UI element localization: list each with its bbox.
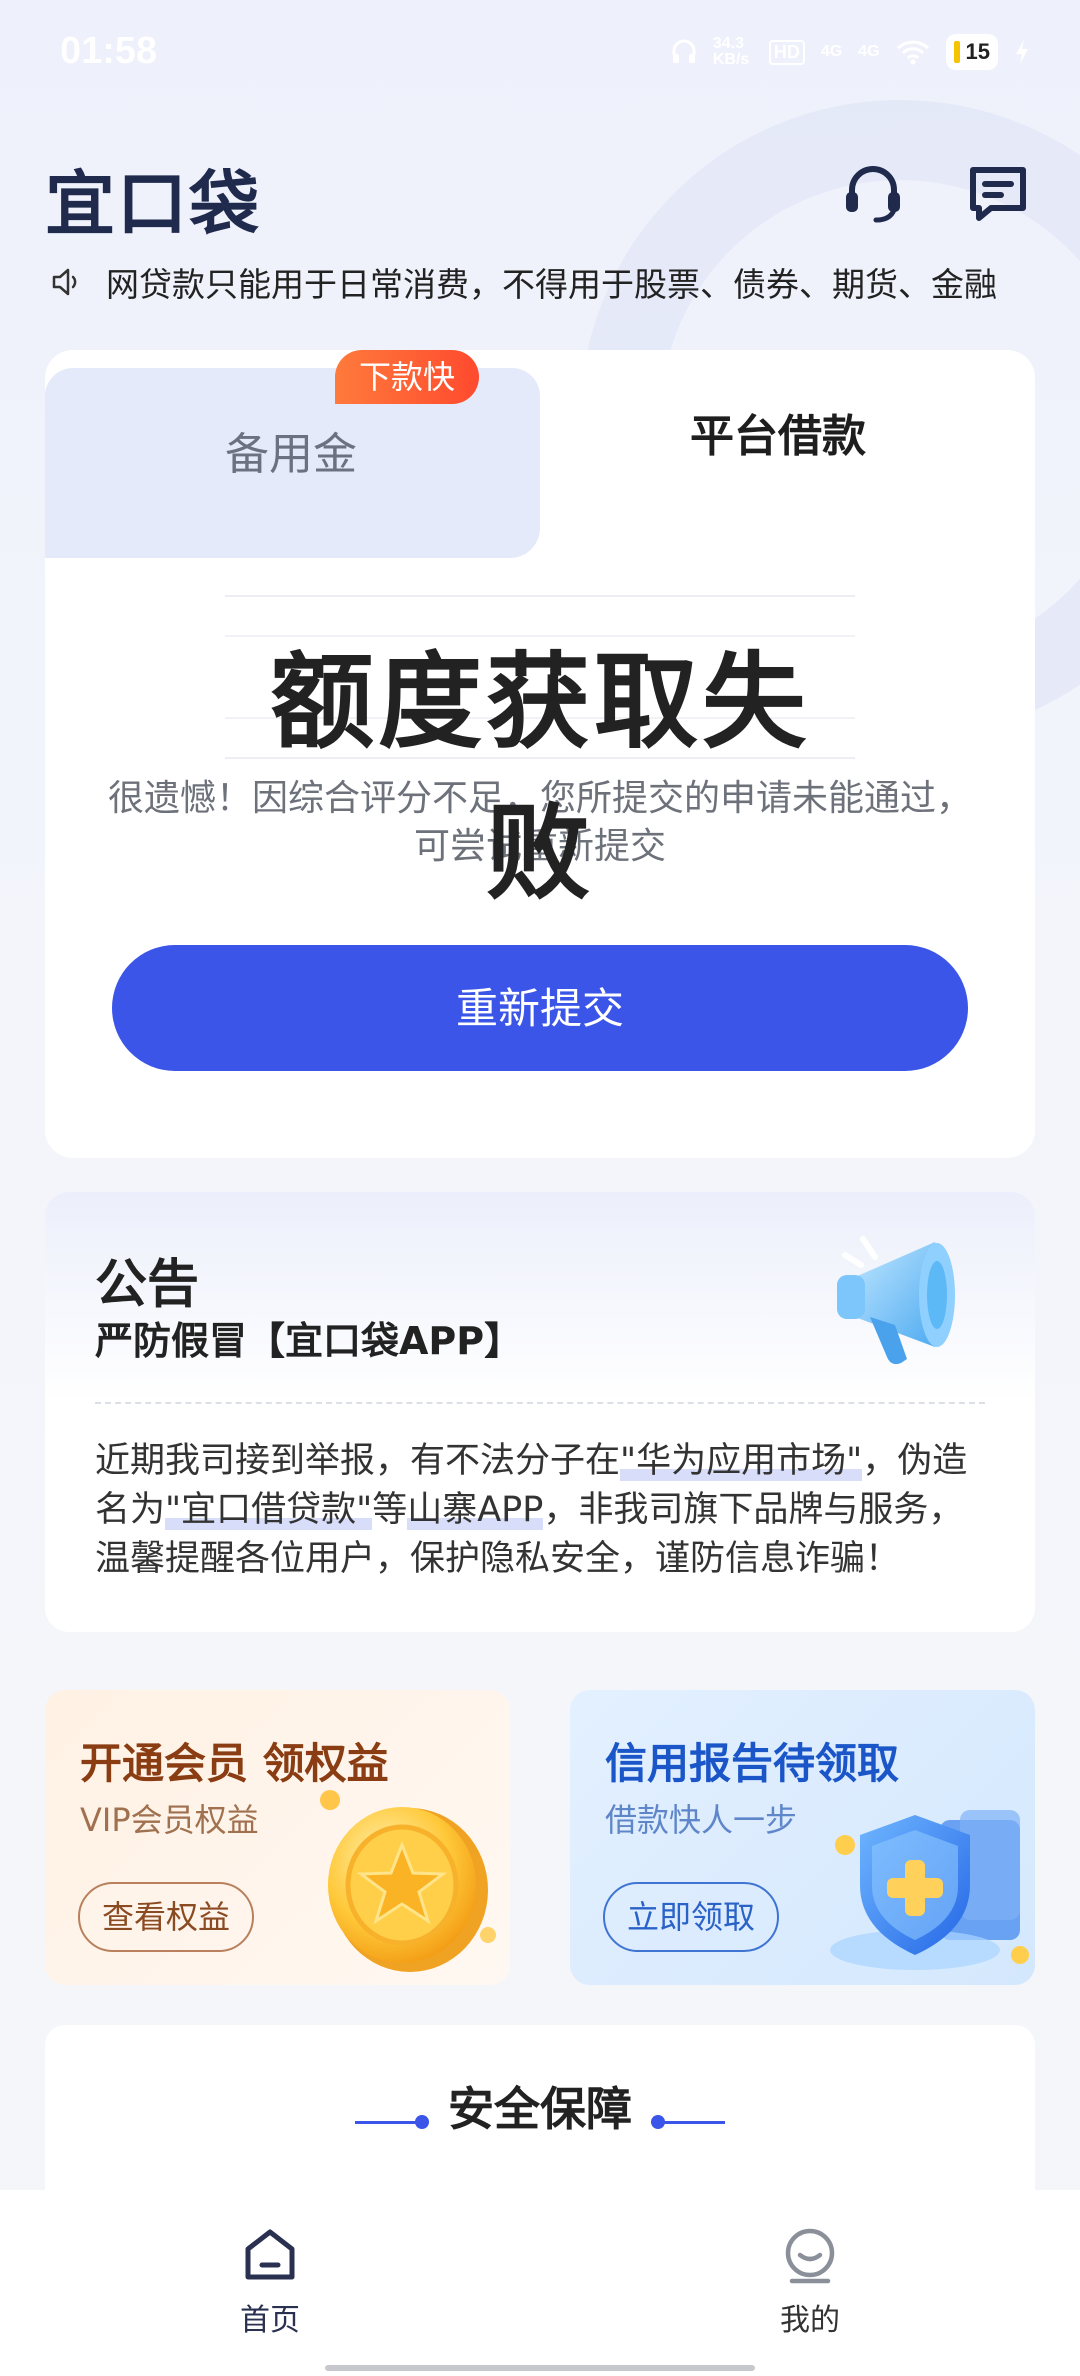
profile-icon <box>785 2228 835 2284</box>
announcement-highlight-2: "宜口借贷款" <box>165 1490 373 1530</box>
vip-promo-title: 开通会员 领权益 <box>80 1739 389 1788</box>
credit-report-promo-card[interactable]: 信用报告待领取 借款快人一步 立即领取 <box>570 1690 1035 1985</box>
nav-item-profile[interactable]: 我的 <box>730 2225 890 2339</box>
claim-now-button[interactable]: 立即领取 <box>603 1882 780 1952</box>
result-title-frame: 额度获取失败 <box>225 595 855 914</box>
announcement-card: 公告 严防假冒【宜口袋APP】 近期我司接到举报，有不法分子在"华为应用市场"，… <box>45 1192 1035 1632</box>
fast-loan-badge: 下款快 <box>335 350 480 404</box>
battery-percent: 15 <box>965 39 990 64</box>
star-coin-icon <box>320 1790 496 1972</box>
signal-4g-icon-2: 4G <box>858 43 880 60</box>
result-title: 额度获取失败 <box>269 641 810 914</box>
notice-marquee[interactable]: 网贷款只能用于日常消费，不得用于股票、债券、期货、金融 <box>50 256 1030 308</box>
tab-left-base <box>45 528 540 558</box>
status-icons: 34.3 KB/s HD 4G 4G 15 <box>671 34 1030 70</box>
home-indicator[interactable] <box>325 2365 755 2371</box>
wifi-icon <box>896 40 929 65</box>
shield-icon <box>830 1810 1029 1970</box>
credit-promo-subtitle: 借款快人一步 <box>605 1801 798 1839</box>
notice-text: 网贷款只能用于日常消费，不得用于股票、债券、期货、金融 <box>106 265 997 304</box>
status-bar: 01:58 34.3 KB/s HD 4G 4G 15 <box>0 0 1080 115</box>
title-decoration-right <box>655 2121 725 2124</box>
resubmit-button[interactable]: 重新提交 <box>112 945 968 1071</box>
announcement-highlight-3: 山寨APP <box>407 1490 544 1530</box>
message-icon[interactable] <box>965 160 1031 226</box>
battery-indicator: 15 <box>945 34 998 70</box>
app-screen: 01:58 34.3 KB/s HD 4G 4G 15 宜口袋 网贷款只能用于日… <box>0 0 1080 2376</box>
network-speed: 34.3 KB/s <box>712 35 750 68</box>
tab-platform-loan-label: 平台借款 <box>690 411 866 462</box>
headset-icon[interactable] <box>840 160 906 226</box>
announcement-title: 公告 <box>95 1255 200 1315</box>
hd-icon: HD <box>768 39 805 65</box>
announcement-divider <box>95 1402 985 1404</box>
vip-promo-subtitle: VIP会员权益 <box>80 1801 259 1839</box>
vip-promo-card[interactable]: 开通会员 领权益 VIP会员权益 查看权益 <box>45 1690 510 1985</box>
headphone-status-icon <box>672 39 696 63</box>
megaphone-icon <box>837 1236 955 1365</box>
announcement-highlight-1: "华为应用市场" <box>620 1441 863 1481</box>
speaker-icon <box>52 268 77 296</box>
battery-level-icon <box>953 41 960 63</box>
announcement-text-3: 等 <box>372 1490 408 1530</box>
announcement-subtitle: 严防假冒【宜口袋APP】 <box>95 1319 523 1363</box>
security-title: 安全保障 <box>448 2082 632 2136</box>
signal-4g-icon: 4G <box>820 43 843 60</box>
status-time: 01:58 <box>60 30 158 72</box>
home-icon <box>245 2229 295 2280</box>
announcement-text-1: 近期我司接到举报，有不法分子在 <box>95 1441 621 1481</box>
nav-profile-label: 我的 <box>780 2303 840 2338</box>
announcement-body: 近期我司接到举报，有不法分子在"华为应用市场"，伪造名为"宜口借贷款"等山寨AP… <box>95 1437 995 1584</box>
view-benefits-button[interactable]: 查看权益 <box>78 1882 255 1952</box>
charging-icon <box>1016 40 1028 64</box>
tab-platform-loan[interactable]: 平台借款 <box>540 350 1035 550</box>
app-header: 宜口袋 <box>45 148 1035 245</box>
credit-promo-title: 信用报告待领取 <box>605 1739 900 1788</box>
app-logo: 宜口袋 <box>45 163 261 245</box>
loan-card: 备用金 平台借款 下款快 额度获取失败 很遗憾！因综合评分不足，您所提交的申请未… <box>45 350 1035 1158</box>
bottom-navigation: 首页 我的 <box>0 2190 1080 2376</box>
tab-backup-fund-label: 备用金 <box>225 429 357 480</box>
nav-home-label: 首页 <box>240 2303 300 2338</box>
nav-item-home[interactable]: 首页 <box>190 2225 350 2339</box>
